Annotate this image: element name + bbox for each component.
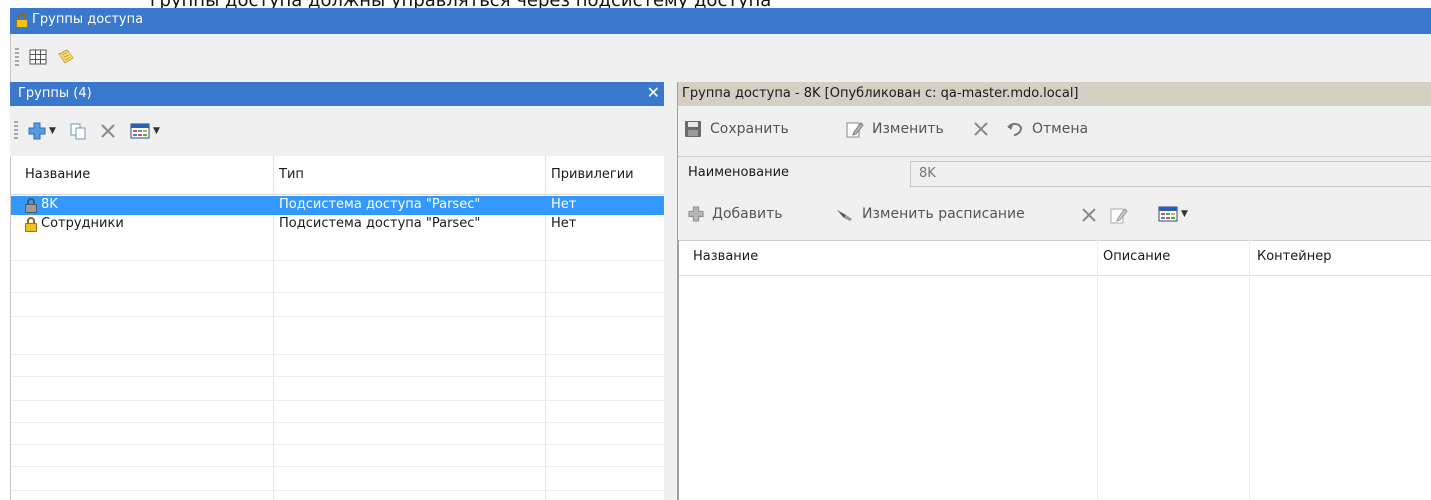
add-icon[interactable]: ▼ bbox=[24, 119, 60, 143]
cancel-button[interactable]: Отмена bbox=[1006, 120, 1088, 138]
groups-panel-title: Группы (4) bbox=[18, 86, 92, 101]
edit-schedule-label: Изменить расписание bbox=[862, 206, 1025, 222]
save-button[interactable]: Сохранить bbox=[684, 120, 789, 138]
main-toolbar bbox=[10, 34, 1431, 82]
detail-panel-header: Группа доступа - 8K [Опубликован с: qa-m… bbox=[678, 82, 1431, 106]
columns-icon[interactable]: ▼ bbox=[126, 119, 164, 143]
window-titlebar: Группы доступа bbox=[10, 8, 1431, 34]
column-header-type[interactable]: Тип bbox=[279, 167, 304, 182]
save-label: Сохранить bbox=[710, 121, 789, 137]
table-row[interactable]: 8K Подсистема доступа "Parsec" Нет bbox=[11, 196, 665, 215]
groups-table-header: Название Тип Привилегии bbox=[11, 156, 665, 195]
chevron-down-icon: ▼ bbox=[49, 126, 56, 136]
column-header-name[interactable]: Название bbox=[693, 249, 758, 264]
undo-icon bbox=[1007, 122, 1023, 136]
column-header-name[interactable]: Название bbox=[25, 167, 90, 182]
close-icon[interactable]: ✕ bbox=[647, 83, 660, 102]
row-privileges: Нет bbox=[551, 216, 577, 231]
brush-icon bbox=[837, 210, 852, 221]
cancel-label: Отмена bbox=[1032, 121, 1089, 137]
delete-icon[interactable] bbox=[96, 119, 120, 143]
toolbar-grip[interactable] bbox=[15, 48, 19, 68]
delete-icon[interactable] bbox=[972, 120, 990, 138]
groups-panel-header: Группы (4) ✕ bbox=[10, 82, 664, 106]
toolbar-grip[interactable] bbox=[14, 121, 18, 141]
edit-button[interactable]: Изменить bbox=[846, 120, 944, 138]
column-header-description[interactable]: Описание bbox=[1103, 249, 1170, 264]
window-title: Группы доступа bbox=[32, 12, 144, 27]
edit-icon bbox=[846, 122, 864, 138]
edit-label: Изменить bbox=[872, 121, 944, 137]
name-field-row: Наименование 8K bbox=[678, 156, 1431, 194]
members-table-header: Название Описание Контейнер bbox=[679, 240, 1431, 276]
row-name: Сотрудники bbox=[41, 216, 124, 231]
groups-toolbar: ▼ ▼ bbox=[10, 106, 664, 156]
panel-splitter[interactable] bbox=[664, 82, 678, 500]
add-button[interactable]: Добавить bbox=[688, 206, 782, 222]
detail-panel-title: Группа доступа - 8K [Опубликован с: qa-m… bbox=[682, 86, 1079, 101]
notes-icon[interactable] bbox=[55, 46, 77, 68]
detail-subtoolbar: Добавить Изменить расписание ▼ bbox=[678, 194, 1431, 240]
groups-table: Название Тип Привилегии 8K Подсистема до… bbox=[10, 156, 665, 500]
name-field-value: 8K bbox=[919, 166, 936, 181]
chevron-down-icon: ▼ bbox=[1181, 209, 1188, 219]
add-icon bbox=[688, 206, 704, 222]
members-table: Название Описание Контейнер bbox=[678, 240, 1431, 500]
row-privileges: Нет bbox=[551, 197, 577, 212]
detail-toolbar: Сохранить Изменить Отмена bbox=[678, 106, 1431, 156]
row-type: Подсистема доступа "Parsec" bbox=[279, 197, 481, 212]
column-header-privileges[interactable]: Привилегии bbox=[551, 167, 634, 182]
table-row[interactable]: Сотрудники Подсистема доступа "Parsec" Н… bbox=[11, 215, 665, 234]
chevron-down-icon: ▼ bbox=[153, 126, 160, 136]
columns-icon[interactable]: ▼ bbox=[1158, 206, 1188, 222]
save-icon bbox=[685, 121, 701, 137]
delete-icon[interactable] bbox=[1080, 206, 1098, 224]
column-header-container[interactable]: Контейнер bbox=[1257, 249, 1331, 264]
edit-icon[interactable] bbox=[1110, 206, 1128, 224]
add-label: Добавить bbox=[712, 206, 783, 222]
name-field[interactable]: 8K bbox=[910, 161, 1431, 187]
row-type: Подсистема доступа "Parsec" bbox=[279, 216, 481, 231]
copy-icon[interactable] bbox=[66, 119, 90, 143]
edit-schedule-button[interactable]: Изменить расписание bbox=[836, 206, 1025, 222]
row-name: 8K bbox=[41, 197, 58, 212]
name-field-label: Наименование bbox=[688, 165, 790, 180]
grid-icon[interactable] bbox=[27, 46, 49, 68]
